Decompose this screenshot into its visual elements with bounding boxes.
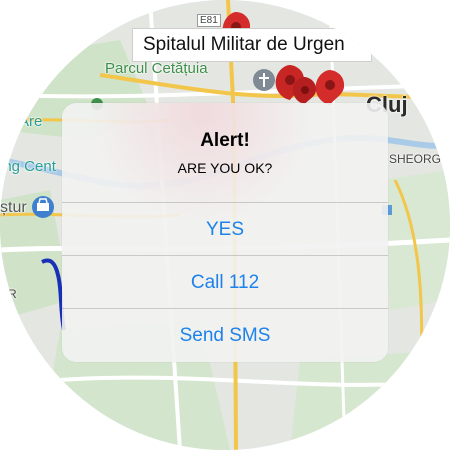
map-label-stur: ștur — [0, 199, 27, 216]
shopping-icon[interactable] — [32, 196, 54, 218]
map-label-sheorgh: SHEORGH — [389, 152, 450, 166]
yes-button[interactable]: YES — [62, 202, 388, 256]
map-label-center: ing Cent — [0, 158, 56, 175]
send-sms-button[interactable]: Send SMS — [62, 308, 388, 362]
alert-message: ARE YOU OK? — [177, 160, 273, 176]
map-label-cluj-area: uj Are — [4, 113, 43, 130]
watch-screen: E81 Parcul Cetățuia Cluj uj Are ing Cent… — [0, 0, 450, 450]
road-shield-e81: E81 — [197, 14, 221, 27]
map-pin-callout[interactable]: Spitalul Militar de Urgen — [132, 28, 372, 62]
alert-dialog: Alert! ARE YOU OK? YES Call 112 Send SMS — [62, 103, 388, 362]
call-112-button[interactable]: Call 112 — [62, 255, 388, 309]
alert-title: Alert! — [200, 130, 250, 151]
map-label-r: R — [8, 287, 17, 301]
alert-header: Alert! ARE YOU OK? — [62, 103, 388, 202]
church-icon[interactable] — [253, 69, 275, 91]
map-label-parcul: Parcul Cetățuia — [105, 60, 208, 77]
